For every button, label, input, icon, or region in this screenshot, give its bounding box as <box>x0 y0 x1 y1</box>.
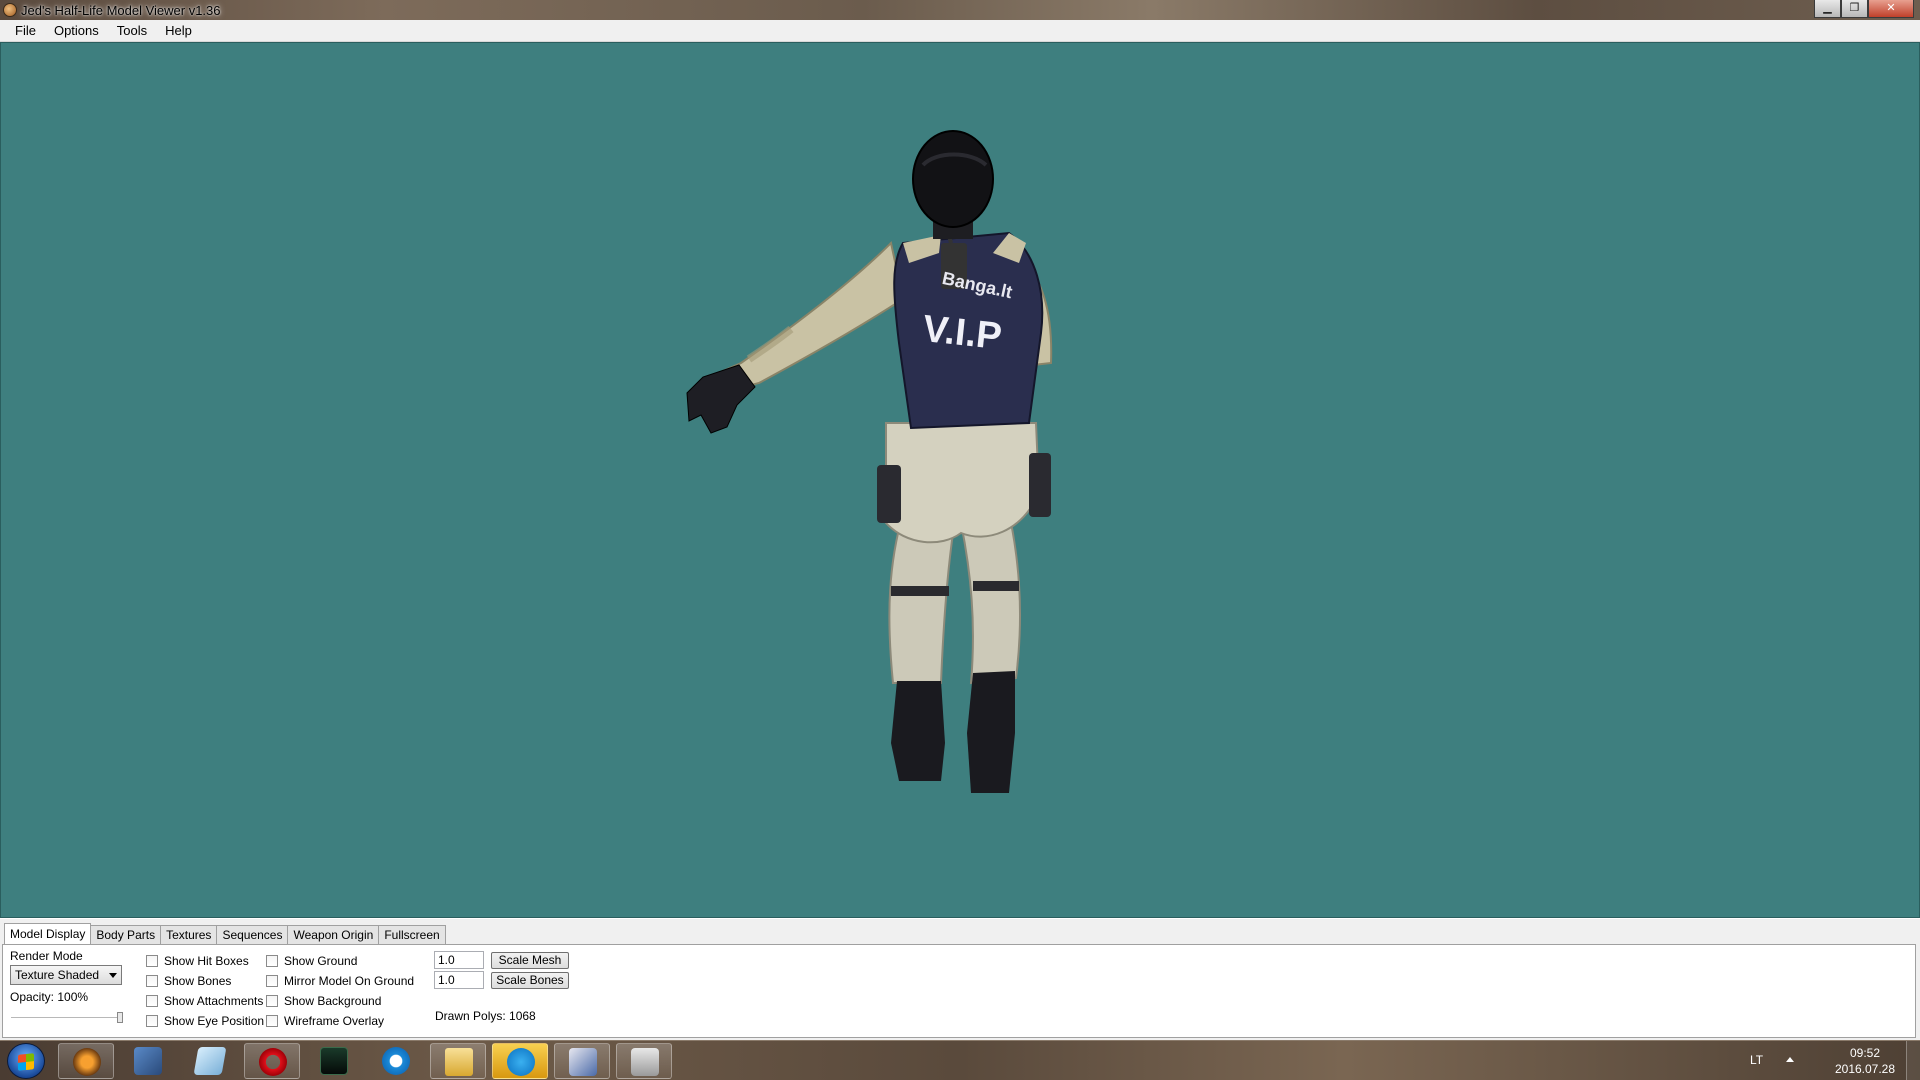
scale-bones-button[interactable]: Scale Bones <box>491 972 569 989</box>
checkbox-label: Show Bones <box>164 974 232 988</box>
slider-track <box>11 1017 123 1019</box>
taskbar-counter-strike[interactable] <box>616 1043 672 1079</box>
language-indicator[interactable]: LT <box>1750 1053 1763 1067</box>
player-model: Banga.lt V.I.P <box>686 130 1053 793</box>
slider-thumb[interactable] <box>117 1012 123 1023</box>
model-viewport[interactable]: Banga.lt V.I.P <box>0 42 1920 918</box>
chevron-down-icon <box>109 973 117 978</box>
render-mode-label: Render Mode <box>10 949 83 963</box>
scale-bones-input[interactable]: 1.0 <box>434 971 484 989</box>
wireframe-overlay-checkbox[interactable]: Wireframe Overlay <box>266 1014 384 1028</box>
show-eye-position-checkbox[interactable]: Show Eye Position <box>146 1014 264 1028</box>
checkbox-label: Show Background <box>284 994 382 1008</box>
menu-bar: File Options Tools Help <box>0 20 1920 42</box>
taskbar-explorer[interactable] <box>430 1043 486 1079</box>
menu-options[interactable]: Options <box>45 20 108 42</box>
show-ground-checkbox[interactable]: Show Ground <box>266 954 357 968</box>
tab-model-display[interactable]: Model Display <box>4 923 92 944</box>
checkbox-label: Wireframe Overlay <box>284 1014 385 1028</box>
scale-mesh-input[interactable]: 1.0 <box>434 951 484 969</box>
checkbox-box <box>266 995 278 1007</box>
model-display-page: Render Mode Texture Shaded Opacity: 100%… <box>2 944 1916 1038</box>
show-hidden-icons-icon[interactable] <box>1786 1057 1794 1062</box>
taskbar-half-life[interactable] <box>58 1043 114 1079</box>
title-bar[interactable]: Jed's Half-Life Model Viewer v1.36 ▁ ❐ ✕ <box>0 0 1920 20</box>
opera-icon <box>259 1048 287 1076</box>
window-title: Jed's Half-Life Model Viewer v1.36 <box>21 3 221 18</box>
checkbox-box <box>266 1015 278 1027</box>
checkbox-label: Show Ground <box>284 954 358 968</box>
windows-logo-icon-lower <box>18 1061 34 1071</box>
control-panel: Model Display Body Parts Textures Sequen… <box>0 918 1920 1040</box>
counter-strike-icon <box>631 1048 659 1076</box>
tab-body-parts[interactable]: Body Parts <box>90 925 162 944</box>
checkbox-box <box>266 975 278 987</box>
vest-text: V.I.P <box>921 308 1004 358</box>
notepad-icon <box>193 1047 227 1075</box>
menu-help[interactable]: Help <box>156 20 201 42</box>
network-tool-icon <box>569 1048 597 1076</box>
taskbar-game[interactable] <box>306 1043 362 1079</box>
tab-sequences[interactable]: Sequences <box>216 925 289 944</box>
close-button[interactable]: ✕ <box>1868 0 1914 18</box>
scale-mesh-button[interactable]: Scale Mesh <box>491 952 569 969</box>
clock[interactable]: 09:52 2016.07.28 <box>1830 1045 1900 1077</box>
opacity-label: Opacity: 100% <box>10 990 89 1004</box>
taskbar-opera[interactable] <box>244 1043 300 1079</box>
checkbox-box <box>266 955 278 967</box>
clock-date: 2016.07.28 <box>1834 1062 1896 1076</box>
menu-tools[interactable]: Tools <box>108 20 156 42</box>
taskbar-network-tool[interactable] <box>554 1043 610 1079</box>
tab-textures[interactable]: Textures <box>160 925 218 944</box>
checkbox-box <box>146 995 158 1007</box>
opacity-slider[interactable] <box>11 1012 123 1023</box>
clock-time: 09:52 <box>1849 1046 1881 1060</box>
system-tray: LT 09:52 2016.07.28 <box>1740 1041 1920 1080</box>
show-hit-boxes-checkbox[interactable]: Show Hit Boxes <box>146 954 249 968</box>
tab-bar: Model Display Body Parts Textures Sequen… <box>4 923 446 944</box>
taskbar-skype[interactable] <box>492 1043 548 1079</box>
drawn-polys-label: Drawn Polys: 1068 <box>435 1009 536 1023</box>
game-icon <box>320 1047 348 1075</box>
checkbox-label: Show Hit Boxes <box>164 954 249 968</box>
skype-icon <box>507 1048 535 1076</box>
show-desktop-button[interactable] <box>1906 1041 1920 1080</box>
checkbox-box <box>146 955 158 967</box>
menu-file[interactable]: File <box>6 20 45 42</box>
show-attachments-checkbox[interactable]: Show Attachments <box>146 994 263 1008</box>
render-mode-select[interactable]: Texture Shaded <box>10 965 122 985</box>
taskbar-mail[interactable] <box>368 1043 424 1079</box>
explorer-icon <box>445 1048 473 1076</box>
checkbox-label: Show Eye Position <box>164 1014 265 1028</box>
checkbox-box <box>146 1015 158 1027</box>
checkbox-box <box>146 975 158 987</box>
network-icon <box>134 1047 162 1075</box>
taskbar: LT 09:52 2016.07.28 <box>0 1040 1920 1080</box>
show-bones-checkbox[interactable]: Show Bones <box>146 974 231 988</box>
app-icon <box>3 3 17 17</box>
minimize-button[interactable]: ▁ <box>1814 0 1841 18</box>
taskbar-network[interactable] <box>120 1043 176 1079</box>
mirror-model-on-ground-checkbox[interactable]: Mirror Model On Ground <box>266 974 414 988</box>
taskbar-notepad[interactable] <box>182 1043 238 1079</box>
tab-weapon-origin[interactable]: Weapon Origin <box>287 925 380 944</box>
maximize-button[interactable]: ❐ <box>1841 0 1868 18</box>
tab-fullscreen[interactable]: Fullscreen <box>378 925 446 944</box>
render-mode-value: Texture Shaded <box>15 968 100 982</box>
start-button[interactable] <box>7 1043 45 1079</box>
show-background-checkbox[interactable]: Show Background <box>266 994 381 1008</box>
mail-icon <box>382 1047 410 1075</box>
window-controls: ▁ ❐ ✕ <box>1814 0 1914 18</box>
checkbox-label: Show Attachments <box>164 994 264 1008</box>
half-life-icon <box>73 1048 101 1076</box>
checkbox-label: Mirror Model On Ground <box>284 974 415 988</box>
